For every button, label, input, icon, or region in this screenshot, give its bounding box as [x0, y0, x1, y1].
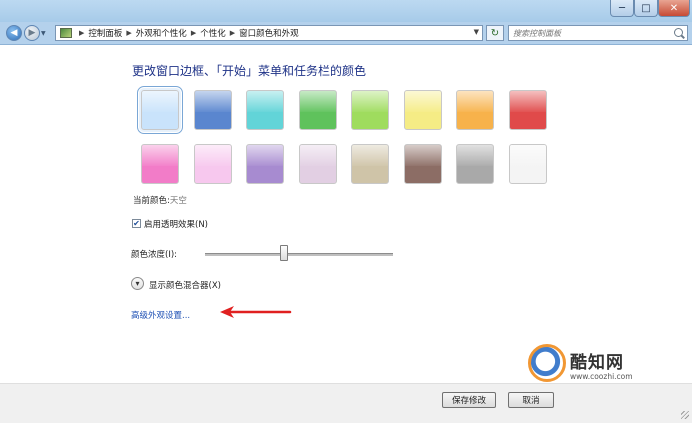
color-swatch[interactable] [508, 144, 547, 184]
color-swatch[interactable] [403, 144, 442, 184]
color-swatch[interactable] [141, 144, 179, 184]
search-box[interactable] [508, 25, 688, 41]
cancel-button[interactable]: 取消 [508, 392, 554, 408]
address-bar[interactable]: ▶ 控制面板 ▶ 外观和个性化 ▶ 个性化 ▶ 窗口颜色和外观 ▼ [55, 25, 483, 41]
color-swatch[interactable] [456, 144, 494, 184]
resize-grip-icon[interactable] [681, 411, 689, 419]
show-color-mixer-label[interactable]: 显示颜色混合器(X) [149, 279, 221, 291]
page-heading: 更改窗口边框、「开始」菜单和任务栏的颜色 [132, 64, 367, 78]
transparency-checkbox[interactable]: ✔ [132, 219, 141, 228]
color-swatch[interactable] [193, 144, 232, 184]
breadcrumb-separator-icon[interactable]: ▶ [230, 29, 235, 37]
intensity-slider-thumb[interactable] [279, 245, 288, 261]
intensity-slider-track[interactable] [205, 253, 393, 256]
forward-button[interactable]: ▶ [24, 25, 40, 41]
navigation-bar: ◀ ▶ ▼ ▶ 控制面板 ▶ 外观和个性化 ▶ 个性化 ▶ 窗口颜色和外观 ▼ … [0, 22, 692, 45]
color-swatch[interactable] [246, 144, 284, 184]
back-button[interactable]: ◀ [6, 25, 22, 41]
breadcrumb-separator-icon[interactable]: ▶ [126, 29, 131, 37]
advanced-appearance-link[interactable]: 高级外观设置... [131, 309, 190, 321]
breadcrumb-window-color[interactable]: 窗口颜色和外观 [239, 27, 299, 39]
breadcrumb-separator-icon[interactable]: ▶ [191, 29, 196, 37]
watermark: 酷知网 www.coozhi.com [528, 344, 678, 386]
current-color-label: 当前颜色:天空 [133, 196, 187, 206]
breadcrumb-control-panel[interactable]: 控制面板 [88, 27, 122, 39]
intensity-label: 颜色浓度(I): [131, 250, 178, 260]
color-swatch[interactable] [137, 86, 183, 134]
title-bar [0, 0, 692, 22]
history-dropdown-icon[interactable]: ▼ [41, 30, 46, 37]
color-swatch[interactable] [351, 144, 389, 184]
save-changes-button[interactable]: 保存修改 [442, 392, 496, 408]
search-icon[interactable] [674, 28, 683, 37]
close-button[interactable]: ✕ [658, 0, 690, 17]
watermark-title: 酷知网 [570, 353, 624, 373]
watermark-logo-icon [528, 344, 566, 382]
minimize-button[interactable]: ─ [610, 0, 634, 17]
footer-bar [0, 383, 692, 423]
transparency-label[interactable]: 启用透明效果(N) [144, 218, 208, 230]
color-swatch[interactable] [298, 144, 337, 184]
color-swatch[interactable] [351, 90, 389, 130]
current-color-value: 天空 [169, 196, 187, 206]
color-swatch[interactable] [246, 90, 284, 130]
red-arrow-annotation [220, 306, 292, 318]
address-dropdown-icon[interactable]: ▼ [474, 28, 479, 36]
refresh-button[interactable]: ↻ [486, 25, 504, 41]
control-panel-icon [60, 28, 72, 38]
color-swatch[interactable] [456, 90, 494, 130]
breadcrumb-appearance[interactable]: 外观和个性化 [136, 27, 187, 39]
watermark-url: www.coozhi.com [570, 372, 633, 381]
breadcrumb-separator-icon[interactable]: ▶ [79, 29, 84, 37]
color-swatch[interactable] [508, 90, 547, 130]
search-input[interactable] [513, 26, 663, 40]
color-swatch[interactable] [193, 90, 232, 130]
maximize-button[interactable]: □ [634, 0, 658, 17]
color-swatch[interactable] [298, 90, 337, 130]
expand-mixer-chevron-icon[interactable]: ▾ [131, 277, 144, 290]
color-swatch[interactable] [403, 90, 442, 130]
breadcrumb-personalization[interactable]: 个性化 [200, 27, 226, 39]
